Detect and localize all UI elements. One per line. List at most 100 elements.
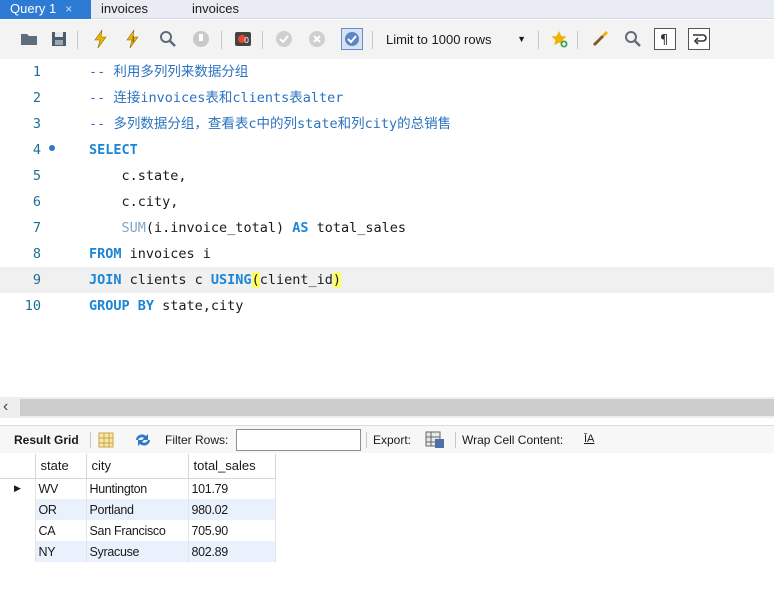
refresh-icon[interactable] [133,431,153,452]
cell-state[interactable]: CA [35,520,87,541]
cell-total-sales[interactable]: 980.02 [188,499,276,520]
code-token: USING [210,272,252,288]
sql-editor[interactable]: 1 -- 利用多列列来数据分组 2 -- 连接invoices表和clients表al… [0,59,774,396]
cell-state[interactable]: NY [35,541,87,562]
editor-line[interactable]: 2 -- 连接invoices表和clients表alter [0,85,774,111]
filter-rows-input[interactable] [236,429,361,451]
execute-current-icon[interactable]: I [122,28,144,50]
editor-line[interactable]: 6 c.city, [0,189,774,215]
explain-icon[interactable] [157,28,179,50]
code-token: FROM [89,246,122,262]
code-token: -- 多列数据分组，查看表c中的列state和列city的总销售 [89,116,452,132]
cell-state[interactable]: WV [35,478,87,499]
code-token: state,city [154,298,244,314]
svg-text:0: 0 [244,36,249,45]
code-text: JOIN clients c USING(client_id) [89,267,341,293]
stop-icon[interactable] [190,28,212,50]
execute-icon[interactable] [90,28,112,50]
code-token: client_id [259,272,333,288]
scrollbar-thumb[interactable] [20,399,774,416]
code-text: -- 多列数据分组，查看表c中的列state和列city的总销售 [89,111,451,137]
tab-invoices-2[interactable]: invoices [182,0,249,19]
tab-invoices-1[interactable]: invoices [91,0,158,19]
code-token: total_sales [308,220,407,236]
tab-label: invoices [192,1,239,16]
toolbar-separator [455,432,456,448]
cell-city[interactable]: Syracuse [86,541,189,562]
column-header-city[interactable]: city [86,454,189,479]
code-text: c.state, [89,163,187,189]
grid-view-icon[interactable] [97,431,115,452]
column-header-state[interactable]: state [35,454,87,479]
query-tab-bar: Query 1 × invoices invoices [0,0,774,19]
cell-state[interactable]: OR [35,499,87,520]
editor-line[interactable]: 9 JOIN clients c USING(client_id) [0,267,774,293]
chevron-down-icon: ▼ [517,34,526,44]
column-header-total-sales[interactable]: total_sales [188,454,276,479]
tab-label: Query 1 [10,1,57,16]
row-header [0,499,36,520]
toolbar-separator [372,31,373,49]
open-folder-icon[interactable] [18,28,40,50]
editor-line[interactable]: 7 SUM(i.invoice_total) AS total_sales [0,215,774,241]
scroll-left-icon[interactable]: ‹ [3,398,8,416]
toolbar-separator [77,31,78,49]
code-token: -- 利用多列列来数据分组 [89,64,249,80]
code-token: clients c [121,272,211,288]
editor-line[interactable]: 10 GROUP BY state,city [0,293,774,319]
code-token: ) [332,272,341,288]
beautify-icon[interactable] [589,28,611,50]
code-token: c.city, [89,194,179,210]
line-number: 8 [32,246,41,262]
wrap-cell-icon[interactable]: ĪA [584,433,594,445]
result-grid: state city total_sales ▶ WV Huntington 1… [0,454,276,562]
code-text: SUM(i.invoice_total) AS total_sales [89,215,407,241]
result-grid-label[interactable]: Result Grid [14,433,79,447]
find-icon[interactable] [622,28,644,50]
code-token: c.state, [89,168,187,184]
code-text: GROUP BY state,city [89,293,243,319]
editor-line[interactable]: 8 FROM invoices i [0,241,774,267]
grid-header-row: state city total_sales [0,454,276,479]
tab-query-1[interactable]: Query 1 × [0,0,91,19]
toolbar-separator [90,432,91,448]
table-row[interactable]: CA San Francisco 705.90 [0,520,276,541]
result-grid-toolbar: Result Grid Filter Rows: Export: Wrap Ce… [0,425,774,453]
cell-total-sales[interactable]: 101.79 [188,478,276,499]
table-row[interactable]: NY Syracuse 802.89 [0,541,276,562]
line-number: 1 [32,64,41,80]
code-text: -- 利用多列列来数据分组 [89,59,248,85]
svg-text:I: I [132,35,134,44]
commit-icon[interactable] [273,28,295,50]
code-text: c.city, [89,189,179,215]
save-icon[interactable] [48,28,70,50]
cell-total-sales[interactable]: 705.90 [188,520,276,541]
autocommit-icon[interactable] [341,28,363,50]
cell-city[interactable]: San Francisco [86,520,189,541]
add-snippet-icon[interactable] [548,28,570,50]
export-icon[interactable] [424,430,446,453]
invisible-chars-icon[interactable]: ¶ [654,28,676,50]
table-row[interactable]: OR Portland 980.02 [0,499,276,520]
editor-line[interactable]: 5 c.state, [0,163,774,189]
table-row[interactable]: ▶ WV Huntington 101.79 [0,478,276,499]
line-number: 3 [32,116,41,132]
horizontal-scrollbar[interactable]: ‹ [0,397,774,418]
stop-on-error-icon[interactable]: 0 [232,28,254,50]
cell-city[interactable]: Huntington [86,478,189,499]
editor-line[interactable]: 3 -- 多列数据分组，查看表c中的列state和列city的总销售 [0,111,774,137]
limit-rows-dropdown[interactable]: Limit to 1000 rows ▼ [380,29,530,50]
cell-total-sales[interactable]: 802.89 [188,541,276,562]
line-number: 9 [32,272,41,288]
cell-city[interactable]: Portland [86,499,189,520]
wrap-icon[interactable] [688,28,710,50]
editor-line[interactable]: 1 -- 利用多列列来数据分组 [0,59,774,85]
line-number: 5 [32,168,41,184]
code-token: AS [292,220,309,236]
code-token: JOIN [89,272,122,288]
editor-line[interactable]: 4 SELECT [0,137,774,163]
rollback-icon[interactable] [306,28,328,50]
close-tab-icon[interactable]: × [65,2,72,16]
current-row-marker-icon: ▶ [0,478,36,499]
